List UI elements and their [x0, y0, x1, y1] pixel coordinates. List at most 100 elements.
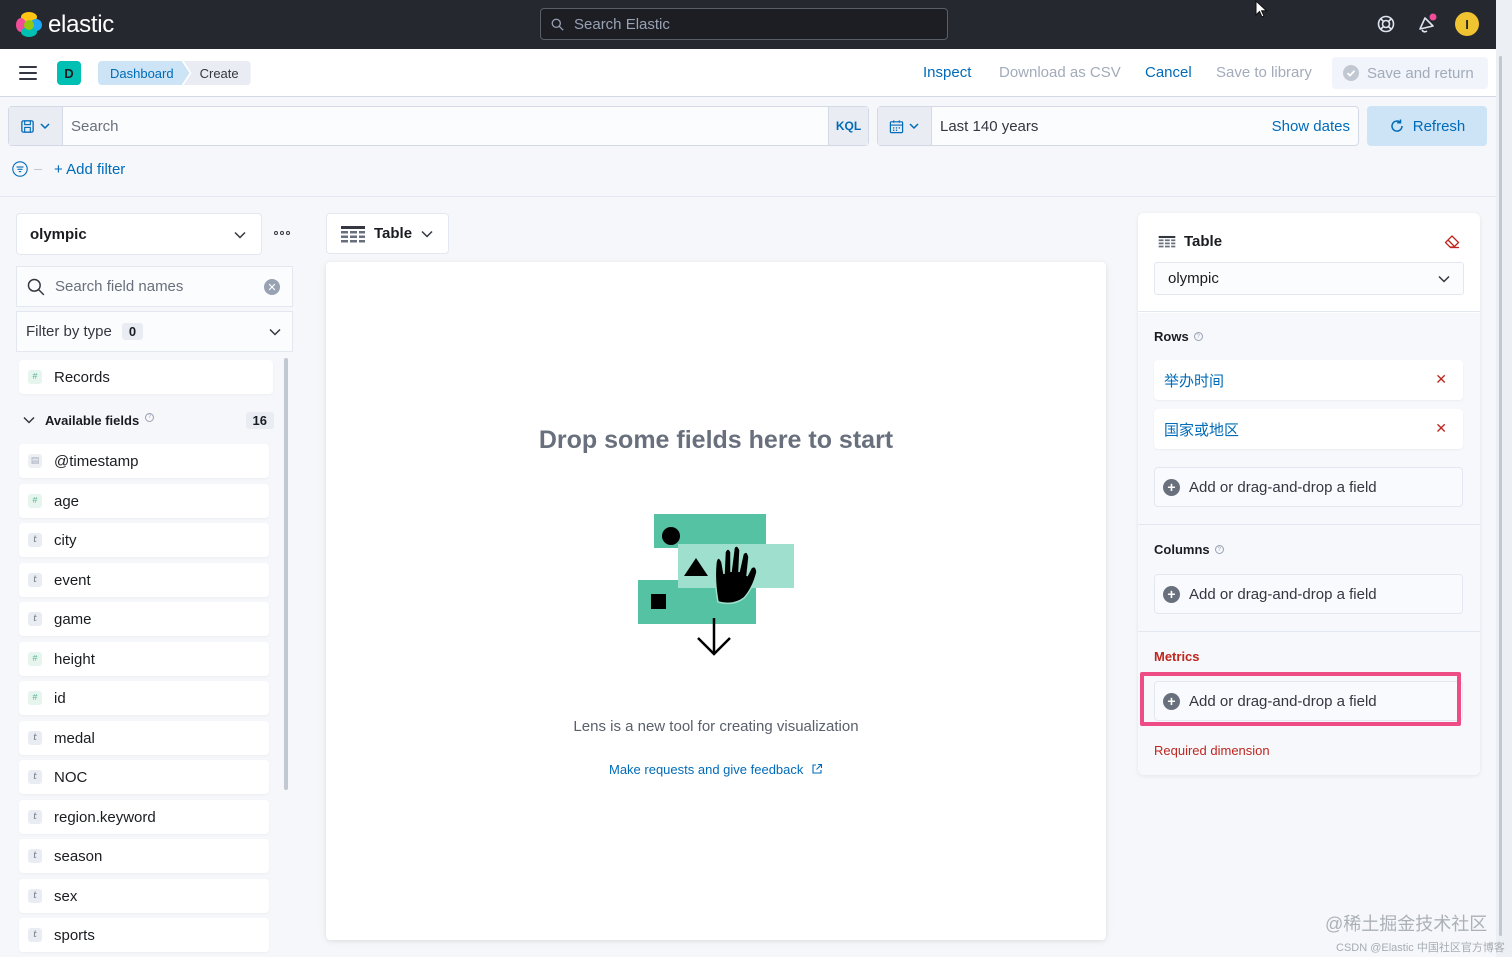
- save-to-library-button[interactable]: Save to library: [1216, 64, 1312, 81]
- remove-icon[interactable]: ✕: [1435, 371, 1447, 388]
- metrics-group-label: Metrics: [1154, 649, 1200, 664]
- field-name: id: [54, 689, 66, 707]
- search-icon: [27, 278, 45, 295]
- index-pattern-select[interactable]: olympic: [16, 213, 262, 255]
- saved-query-menu[interactable]: [9, 107, 63, 145]
- empty-state-title: Drop some fields here to start: [538, 426, 894, 454]
- elastic-logo[interactable]: elastic: [16, 11, 114, 39]
- field-item[interactable]: ▤ @timestamp: [19, 444, 269, 478]
- clear-icon[interactable]: ✕: [264, 279, 280, 295]
- remove-icon[interactable]: ✕: [1435, 420, 1447, 437]
- global-header: elastic Search Elastic I: [0, 0, 1496, 49]
- field-list-scrollbar[interactable]: [284, 358, 288, 790]
- filter-row: + Add filter: [12, 158, 125, 180]
- info-icon: ?: [1214, 545, 1224, 554]
- field-name: region.keyword: [54, 808, 156, 826]
- number-type-icon: #: [28, 494, 42, 508]
- field-search-input[interactable]: Search field names ✕: [16, 266, 293, 307]
- field-item[interactable]: t city: [19, 523, 269, 557]
- field-name: NOC: [54, 768, 88, 786]
- columns-group-label: Columns ?: [1154, 542, 1224, 557]
- chart-type-label: Table: [374, 225, 413, 242]
- inspect-button[interactable]: Inspect: [923, 64, 971, 81]
- kql-language-toggle[interactable]: KQL: [828, 107, 868, 145]
- string-type-icon: t: [28, 731, 42, 745]
- group-separator: [1138, 631, 1480, 632]
- news-feed-icon[interactable]: [1415, 12, 1439, 36]
- field-item[interactable]: t game: [19, 602, 269, 636]
- feedback-link[interactable]: Make requests and give feedback: [326, 762, 1106, 777]
- field-item[interactable]: # height: [19, 642, 269, 676]
- rows-label-text: Rows: [1154, 329, 1189, 344]
- field-item[interactable]: t region.keyword: [19, 800, 269, 834]
- required-dimension-message: Required dimension: [1154, 743, 1270, 758]
- field-search-placeholder: Search field names: [55, 278, 184, 295]
- top-nav-actions: Inspect Download as CSV Cancel Save to l…: [0, 49, 1496, 97]
- number-type-icon: #: [28, 370, 42, 384]
- field-item[interactable]: t season: [19, 839, 269, 873]
- row-dimension-item[interactable]: 举办时间 ✕: [1154, 360, 1463, 400]
- dimension-label: 举办时间: [1164, 372, 1225, 390]
- field-item[interactable]: t event: [19, 563, 269, 597]
- chevron-down-icon: [909, 123, 919, 130]
- available-fields-header[interactable]: Available fields ? 16: [22, 410, 274, 430]
- row-dimension-item[interactable]: 国家或地区 ✕: [1154, 409, 1463, 449]
- field-item[interactable]: # age: [19, 484, 269, 518]
- field-name: sports: [54, 926, 95, 944]
- empty-state-description: Lens is a new tool for creating visualiz…: [573, 718, 859, 735]
- chart-type-switcher[interactable]: Table: [326, 213, 449, 254]
- refresh-button[interactable]: Refresh: [1367, 106, 1487, 146]
- columns-add-field-button[interactable]: + Add or drag-and-drop a field: [1154, 574, 1463, 614]
- filter-separator: [34, 168, 42, 170]
- string-type-icon: t: [28, 533, 42, 547]
- query-search-input[interactable]: Search: [63, 107, 828, 145]
- date-quick-select[interactable]: [878, 107, 932, 145]
- show-dates-button[interactable]: Show dates: [1272, 118, 1350, 135]
- more-options-icon[interactable]: [272, 226, 292, 240]
- filter-by-type-button[interactable]: Filter by type 0: [16, 311, 293, 352]
- workspace-drop-zone[interactable]: Drop some fields here to start Lens is a…: [326, 262, 1106, 940]
- field-name: event: [54, 571, 91, 589]
- add-filter-button[interactable]: + Add filter: [54, 161, 125, 178]
- save-and-return-button[interactable]: Save and return: [1332, 57, 1488, 89]
- field-item[interactable]: t medal: [19, 721, 269, 755]
- string-type-icon: t: [28, 849, 42, 863]
- rows-group-label: Rows ?: [1154, 329, 1203, 344]
- layer-index-select[interactable]: olympic: [1154, 262, 1464, 295]
- cancel-button[interactable]: Cancel: [1145, 64, 1192, 81]
- field-item-records[interactable]: # Records: [19, 360, 273, 394]
- chevron-down-icon: [1438, 275, 1450, 283]
- refresh-label: Refresh: [1412, 117, 1466, 135]
- chevron-down-icon: [421, 230, 433, 238]
- save-and-return-label: Save and return: [1367, 64, 1474, 82]
- layer-title[interactable]: Table: [1158, 233, 1222, 250]
- brand-name: elastic: [48, 11, 114, 38]
- drag-and-drop-illustration: [638, 514, 794, 656]
- global-search-input[interactable]: Search Elastic: [540, 8, 948, 40]
- field-item[interactable]: # id: [19, 681, 269, 715]
- user-avatar[interactable]: I: [1455, 12, 1479, 36]
- field-item[interactable]: t sports: [19, 918, 269, 952]
- field-name: game: [54, 610, 92, 628]
- elastic-logo-icon: [16, 12, 42, 38]
- field-name: age: [54, 492, 80, 510]
- time-range-label[interactable]: Last 140 years: [940, 118, 1038, 135]
- string-type-icon: t: [28, 770, 42, 784]
- eraser-icon[interactable]: [1444, 235, 1460, 249]
- app-navbar: D Dashboard Create Inspect Download as C…: [0, 49, 1496, 97]
- page-scrollbar[interactable]: [1496, 0, 1512, 957]
- help-icon[interactable]: [1374, 12, 1398, 36]
- string-type-icon: t: [28, 810, 42, 824]
- field-name: sex: [54, 887, 78, 905]
- filter-icon[interactable]: [12, 161, 28, 177]
- mouse-cursor-icon: [1255, 0, 1268, 18]
- columns-label-text: Columns: [1154, 542, 1210, 557]
- chevron-down-icon: [23, 416, 35, 424]
- rows-add-field-button[interactable]: + Add or drag-and-drop a field: [1154, 467, 1463, 507]
- download-csv-button[interactable]: Download as CSV: [999, 64, 1121, 81]
- field-item[interactable]: t sex: [19, 879, 269, 913]
- save-icon: [21, 119, 34, 133]
- date-type-icon: ▤: [28, 454, 42, 468]
- field-item[interactable]: t NOC: [19, 760, 269, 794]
- field-name: medal: [54, 729, 95, 747]
